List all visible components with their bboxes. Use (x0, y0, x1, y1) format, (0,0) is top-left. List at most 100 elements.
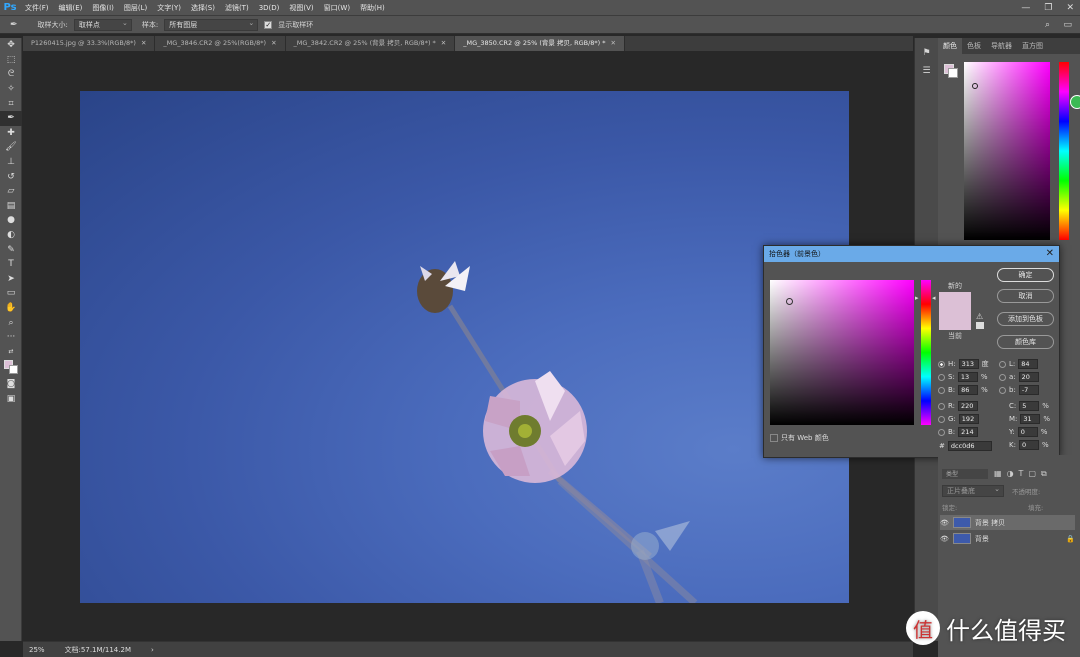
show-ring-checkbox[interactable]: ✓ (264, 20, 273, 29)
history-panel-icon[interactable]: ⚑ (915, 48, 938, 58)
clone-stamp-tool-icon[interactable]: ⊥ (0, 155, 22, 170)
tab-color[interactable]: 颜色 (938, 38, 962, 54)
lab-a-input[interactable]: 20 (1018, 372, 1039, 382)
green-input[interactable]: 192 (958, 414, 979, 424)
lasso-tool-icon[interactable]: ᘓ (0, 67, 22, 82)
hand-tool-icon[interactable]: ✋ (0, 301, 22, 316)
ok-button[interactable]: 确定 (997, 268, 1054, 282)
eraser-tool-icon[interactable]: ▱ (0, 184, 22, 199)
eyedropper-tool-icon[interactable]: ✒ (10, 20, 18, 30)
swap-colors-icon[interactable]: ⇄ (0, 344, 22, 359)
tab-swatches[interactable]: 色板 (962, 38, 986, 54)
radio-r[interactable] (938, 402, 945, 410)
magenta-input[interactable]: 31 (1020, 414, 1041, 424)
layer-kind-filter[interactable]: 类型 (942, 469, 988, 479)
lab-l-input[interactable]: 84 (1018, 359, 1039, 369)
adjustment-filter-icon[interactable]: ◑ (1007, 469, 1014, 479)
foreground-background-swatch[interactable] (0, 359, 22, 377)
close-tab-icon[interactable]: ✕ (441, 39, 446, 47)
saturation-input[interactable]: 13 (957, 372, 978, 382)
eyedropper-tool-icon[interactable]: ✒ (0, 110, 22, 126)
saturation-brightness-field[interactable] (770, 280, 914, 425)
brush-tool-icon[interactable]: 🖌 (0, 140, 22, 155)
gradient-tool-icon[interactable]: ▤ (0, 199, 22, 214)
zoom-tool-icon[interactable]: ⌕ (0, 315, 22, 330)
type-tool-icon[interactable]: T (0, 257, 22, 272)
close-icon[interactable]: ✕ (1046, 246, 1054, 262)
marquee-tool-icon[interactable]: ⬚ (0, 53, 22, 68)
menu-select[interactable]: 选择(S) (186, 0, 220, 16)
menu-help[interactable]: 帮助(H) (355, 0, 390, 16)
document-tab-active[interactable]: _MG_3850.CR2 @ 25% (背景 拷贝, RGB/8*) * ✕ (455, 36, 625, 51)
cancel-button[interactable]: 取消 (997, 289, 1054, 303)
workspace-icon[interactable]: ▭ (1063, 20, 1072, 30)
lab-b-input[interactable]: -7 (1018, 385, 1039, 395)
sample-select[interactable]: 所有图层 (164, 18, 259, 31)
menu-image[interactable]: 图像(I) (87, 0, 119, 16)
eye-icon[interactable]: 👁 (940, 519, 949, 527)
hex-input[interactable]: dcc0d6 (947, 441, 992, 451)
history-brush-tool-icon[interactable]: ↺ (0, 169, 22, 184)
close-tab-icon[interactable]: ✕ (611, 39, 616, 47)
web-safe-icon[interactable] (976, 322, 984, 329)
pen-tool-icon[interactable]: ✎ (0, 242, 22, 257)
layer-row[interactable]: 👁 背景 🔒 (940, 531, 1075, 546)
document-tab[interactable]: _MG_3846.CR2 @ 25%(RGB/8*) ✕ (155, 36, 286, 51)
dodge-tool-icon[interactable]: ◐ (0, 228, 22, 243)
move-tool-icon[interactable]: ✥ (0, 38, 22, 53)
blend-mode-select[interactable]: 正片叠底 (942, 484, 1004, 497)
red-input[interactable]: 220 (958, 401, 979, 411)
type-filter-icon[interactable]: T (1019, 469, 1024, 479)
close-tab-icon[interactable]: ✕ (271, 39, 276, 47)
menu-3d[interactable]: 3D(D) (254, 0, 285, 16)
path-selection-tool-icon[interactable]: ➤ (0, 272, 22, 287)
menu-edit[interactable]: 编辑(E) (54, 0, 88, 16)
pixel-filter-icon[interactable]: ▦ (994, 469, 1002, 479)
quick-mask-icon[interactable]: ◙ (0, 377, 22, 392)
radio-a[interactable] (999, 373, 1006, 381)
healing-brush-tool-icon[interactable]: ✚ (0, 126, 22, 141)
radio-h[interactable] (938, 360, 945, 368)
panel-color-field[interactable] (964, 62, 1050, 240)
radio-s[interactable] (938, 373, 945, 381)
layer-row[interactable]: 👁 背景 拷贝 (940, 515, 1075, 530)
hue-input[interactable]: 313 (958, 359, 979, 369)
document-tab[interactable]: P1260415.jpg @ 33.3%(RGB/8*) ✕ (23, 36, 156, 51)
yellow-input[interactable]: 0 (1017, 427, 1038, 437)
web-only-checkbox[interactable] (770, 434, 778, 442)
menu-type[interactable]: 文字(Y) (152, 0, 186, 16)
current-color-swatch[interactable] (939, 311, 971, 330)
menu-view[interactable]: 视图(V) (284, 0, 318, 16)
hue-slider[interactable] (921, 280, 931, 425)
eye-icon[interactable]: 👁 (940, 535, 949, 543)
radio-lab-b[interactable] (999, 386, 1006, 394)
black-input[interactable]: 0 (1018, 440, 1039, 450)
close-icon[interactable]: ✕ (1066, 0, 1074, 16)
color-libraries-button[interactable]: 颜色库 (997, 335, 1054, 349)
properties-panel-icon[interactable]: ☰ (915, 66, 938, 76)
menu-file[interactable]: 文件(F) (20, 0, 54, 16)
screen-mode-icon[interactable]: ▣ (0, 392, 22, 407)
cyan-input[interactable]: 5 (1019, 401, 1040, 411)
tab-navigator[interactable]: 导航器 (986, 38, 1017, 54)
document-tab[interactable]: _MG_3842.CR2 @ 25% (背景 拷贝, RGB/8*) * ✕ (285, 36, 456, 51)
radio-blue[interactable] (938, 428, 945, 436)
search-icon[interactable]: ⌕ (1045, 20, 1050, 30)
brightness-input[interactable]: 86 (958, 385, 979, 395)
menu-layer[interactable]: 图层(L) (119, 0, 152, 16)
magic-wand-tool-icon[interactable]: ✧ (0, 82, 22, 97)
rectangle-tool-icon[interactable]: ▭ (0, 286, 22, 301)
panel-hue-slider[interactable] (1059, 62, 1069, 240)
blur-tool-icon[interactable]: ● (0, 213, 22, 228)
shape-filter-icon[interactable]: ▢ (1028, 469, 1036, 479)
close-tab-icon[interactable]: ✕ (141, 39, 146, 47)
gamut-warning-icon[interactable]: ⚠ (976, 312, 983, 321)
radio-g[interactable] (938, 415, 945, 423)
smart-filter-icon[interactable]: ⧉ (1041, 469, 1047, 479)
blue-input[interactable]: 214 (958, 427, 979, 437)
radio-l[interactable] (999, 360, 1006, 368)
zoom-level[interactable]: 25% (29, 646, 45, 654)
add-to-swatches-button[interactable]: 添加到色板 (997, 312, 1054, 326)
minimize-icon[interactable]: — (1021, 0, 1030, 16)
sample-size-select[interactable]: 取样点 (73, 18, 132, 31)
